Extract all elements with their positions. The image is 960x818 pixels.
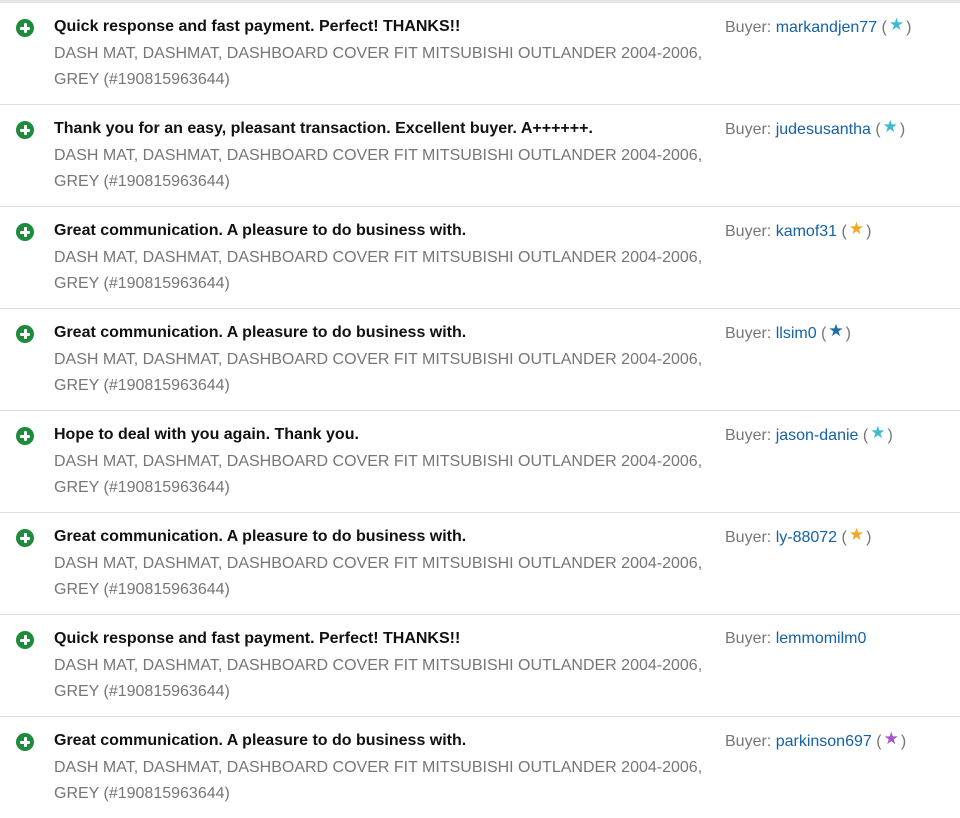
buyer-info: Buyer: ly-88072 (★) <box>725 525 872 548</box>
feedback-item-title: DASH MAT, DASHMAT, DASHBOARD COVER FIT M… <box>54 759 703 802</box>
star-icon[interactable]: ★ <box>889 15 904 34</box>
feedback-score-star: (★) <box>858 423 893 444</box>
buyer-name-link[interactable]: parkinson697 <box>776 733 872 750</box>
positive-feedback-icon <box>16 19 34 37</box>
buyer-info: Buyer: judesusantha (★) <box>725 117 906 140</box>
feedback-score-star: (★) <box>871 729 907 750</box>
feedback-comment: Great communication. A pleasure to do bu… <box>54 222 467 239</box>
buyer-label: Buyer: <box>725 630 772 647</box>
positive-feedback-icon <box>16 733 34 751</box>
feedback-row: Hope to deal with you again. Thank you. D… <box>0 411 960 513</box>
feedback-comment: Great communication. A pleasure to do bu… <box>54 528 467 545</box>
feedback-comment: Thank you for an easy, pleasant transact… <box>54 120 593 137</box>
star-icon[interactable]: ★ <box>849 525 864 544</box>
buyer-info: Buyer: llsim0 (★) <box>725 321 851 344</box>
positive-feedback-icon <box>16 223 34 241</box>
buyer-info: Buyer: markandjen77 (★) <box>725 15 912 38</box>
buyer-info: Buyer: kamof31 (★) <box>725 219 872 242</box>
buyer-name-link[interactable]: markandjen77 <box>776 19 877 36</box>
buyer-label: Buyer: <box>725 19 772 36</box>
feedback-score-star: (★) <box>837 219 872 240</box>
buyer-name-link[interactable]: llsim0 <box>776 325 817 342</box>
feedback-row: Quick response and fast payment. Perfect… <box>0 3 960 105</box>
buyer-info: Buyer: jason-danie (★) <box>725 423 893 446</box>
feedback-item-title: DASH MAT, DASHMAT, DASHBOARD COVER FIT M… <box>54 351 703 394</box>
feedback-comment: Quick response and fast payment. Perfect… <box>54 18 461 35</box>
feedback-item-title: DASH MAT, DASHMAT, DASHBOARD COVER FIT M… <box>54 45 703 88</box>
feedback-item-title: DASH MAT, DASHMAT, DASHBOARD COVER FIT M… <box>54 249 703 292</box>
star-icon[interactable]: ★ <box>884 729 899 748</box>
feedback-row: Great communication. A pleasure to do bu… <box>0 513 960 615</box>
feedback-score-star: (★) <box>870 117 906 138</box>
buyer-label: Buyer: <box>725 223 772 240</box>
positive-feedback-icon <box>16 427 34 445</box>
feedback-comment: Great communication. A pleasure to do bu… <box>54 324 467 341</box>
buyer-name-link[interactable]: jason-danie <box>776 427 859 444</box>
feedback-item-title: DASH MAT, DASHMAT, DASHBOARD COVER FIT M… <box>54 453 703 496</box>
feedback-comment: Quick response and fast payment. Perfect… <box>54 630 461 647</box>
buyer-label: Buyer: <box>725 427 772 444</box>
star-icon[interactable]: ★ <box>870 423 885 442</box>
buyer-info: Buyer: parkinson697 (★) <box>725 729 907 752</box>
buyer-name-link[interactable]: judesusantha <box>776 121 871 138</box>
buyer-label: Buyer: <box>725 733 772 750</box>
buyer-name-link[interactable]: lemmomilm0 <box>776 630 867 647</box>
feedback-score-star: (★) <box>837 525 872 546</box>
feedback-comment: Great communication. A pleasure to do bu… <box>54 732 467 749</box>
feedback-row: Quick response and fast payment. Perfect… <box>0 615 960 717</box>
feedback-row: Thank you for an easy, pleasant transact… <box>0 105 960 207</box>
feedback-row: Great communication. A pleasure to do bu… <box>0 717 960 818</box>
feedback-comment: Hope to deal with you again. Thank you. <box>54 426 359 443</box>
feedback-item-title: DASH MAT, DASHMAT, DASHBOARD COVER FIT M… <box>54 657 703 700</box>
feedback-list: Quick response and fast payment. Perfect… <box>0 3 960 818</box>
positive-feedback-icon <box>16 325 34 343</box>
positive-feedback-icon <box>16 631 34 649</box>
buyer-label: Buyer: <box>725 121 772 138</box>
star-icon[interactable]: ★ <box>849 219 864 238</box>
buyer-label: Buyer: <box>725 325 772 342</box>
feedback-row: Great communication. A pleasure to do bu… <box>0 207 960 309</box>
buyer-label: Buyer: <box>725 529 772 546</box>
feedback-score-star: (★) <box>816 321 851 342</box>
buyer-name-link[interactable]: ly-88072 <box>776 529 837 546</box>
feedback-item-title: DASH MAT, DASHMAT, DASHBOARD COVER FIT M… <box>54 555 703 598</box>
feedback-score-star: (★) <box>877 15 912 36</box>
star-icon[interactable]: ★ <box>828 321 843 340</box>
positive-feedback-icon <box>16 529 34 547</box>
feedback-item-title: DASH MAT, DASHMAT, DASHBOARD COVER FIT M… <box>54 147 703 190</box>
feedback-row: Great communication. A pleasure to do bu… <box>0 309 960 411</box>
buyer-info: Buyer: lemmomilm0 <box>725 629 866 649</box>
star-icon[interactable]: ★ <box>883 117 898 136</box>
positive-feedback-icon <box>16 121 34 139</box>
buyer-name-link[interactable]: kamof31 <box>776 223 837 240</box>
